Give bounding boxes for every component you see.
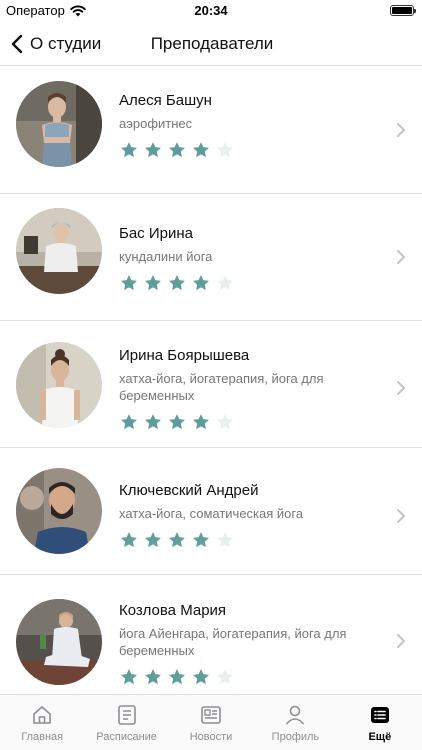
tab-label: Новости <box>189 731 233 743</box>
profile-icon <box>286 705 305 725</box>
teacher-info: Бас Ирина кундалини йога <box>119 224 379 293</box>
news-icon <box>201 706 221 724</box>
star-icon <box>121 142 137 158</box>
chevron-right-icon <box>397 250 405 264</box>
star-icon <box>169 142 185 158</box>
tab-label: Профиль <box>271 731 320 743</box>
tab-label: Ещё <box>368 731 392 743</box>
star-icon <box>193 414 209 430</box>
teacher-info: Алеся Башун аэрофитнес <box>119 91 379 160</box>
star-icon <box>145 669 161 685</box>
teacher-name: Ключевский Андрей <box>119 482 259 499</box>
star-icon <box>121 414 137 430</box>
tab-label: Главная <box>21 731 64 743</box>
star-icon <box>145 414 161 430</box>
status-bar: Оператор 20:34 <box>0 0 422 22</box>
star-icon <box>217 532 233 548</box>
teacher-row[interactable]: Алеся Башун аэрофитнес <box>0 67 422 194</box>
rating-stars <box>119 530 379 550</box>
teacher-name: Козлова Мария <box>119 602 227 619</box>
tab-home[interactable]: Главная <box>0 695 84 750</box>
chevron-right-icon <box>397 509 405 523</box>
rating-stars <box>119 667 379 687</box>
star-icon <box>121 532 137 548</box>
star-icon <box>121 669 137 685</box>
teacher-specialty: хатха-йога, соматическая йога <box>119 506 304 521</box>
tab-bar: Главная Расписание Новости Профиль Ещё <box>0 694 422 750</box>
teacher-specialty: хатха-йога, йогатерапия, йога для береме… <box>119 371 324 403</box>
teacher-row[interactable]: Бас Ирина кундалини йога <box>0 194 422 321</box>
star-icon <box>217 275 233 291</box>
tab-profile[interactable]: Профиль <box>253 695 337 750</box>
teacher-specialty: кундалини йога <box>119 249 213 264</box>
teacher-row[interactable]: Ключевский Андрей хатха-йога, соматическ… <box>0 448 422 575</box>
battery-icon <box>390 5 416 16</box>
avatar <box>16 468 102 554</box>
rating-stars <box>119 412 379 432</box>
star-icon <box>193 532 209 548</box>
star-icon <box>169 669 185 685</box>
teacher-info: Ключевский Андрей хатха-йога, соматическ… <box>119 481 379 550</box>
tab-schedule[interactable]: Расписание <box>84 695 168 750</box>
tab-news[interactable]: Новости <box>169 695 253 750</box>
teacher-info: Ирина Боярышева хатха-йога, йогатерапия,… <box>119 346 379 432</box>
star-icon <box>193 275 209 291</box>
star-icon <box>121 275 137 291</box>
star-icon <box>193 669 209 685</box>
teacher-row[interactable]: Козлова Мария йога Айенгара, йогатерапия… <box>0 575 422 694</box>
star-icon <box>169 414 185 430</box>
star-icon <box>217 142 233 158</box>
status-time: 20:34 <box>194 3 228 18</box>
teacher-specialty: аэрофитнес <box>119 116 193 131</box>
teacher-name: Бас Ирина <box>119 225 193 242</box>
more-icon <box>370 707 389 723</box>
teacher-specialty: йога Айенгара, йогатерапия, йога для бер… <box>119 626 347 658</box>
teacher-row[interactable]: Ирина Боярышева хатха-йога, йогатерапия,… <box>0 321 422 448</box>
teacher-name: Ирина Боярышева <box>119 347 250 364</box>
chevron-right-icon <box>397 123 405 137</box>
tab-label: Расписание <box>96 731 157 743</box>
star-icon <box>217 669 233 685</box>
teacher-name: Алеся Башун <box>119 92 212 109</box>
chevron-right-icon <box>397 634 405 648</box>
home-icon <box>33 706 52 724</box>
avatar <box>16 208 102 294</box>
avatar <box>16 599 102 685</box>
star-icon <box>145 275 161 291</box>
star-icon <box>193 142 209 158</box>
schedule-icon <box>117 705 136 725</box>
star-icon <box>145 532 161 548</box>
avatar <box>16 342 102 428</box>
chevron-right-icon <box>397 381 405 395</box>
rating-stars <box>119 140 379 160</box>
star-icon <box>169 532 185 548</box>
star-icon <box>217 414 233 430</box>
rating-stars <box>119 273 379 293</box>
page-title: Преподаватели <box>150 34 274 53</box>
navigation-bar: О студии Преподаватели <box>0 22 422 66</box>
star-icon <box>145 142 161 158</box>
teacher-info: Козлова Мария йога Айенгара, йогатерапия… <box>119 601 379 687</box>
avatar <box>16 81 102 167</box>
teacher-list: Алеся Башун аэрофитнес Бас Ирина кундали… <box>0 67 422 694</box>
star-icon <box>169 275 185 291</box>
tab-more[interactable]: Ещё <box>338 695 422 750</box>
